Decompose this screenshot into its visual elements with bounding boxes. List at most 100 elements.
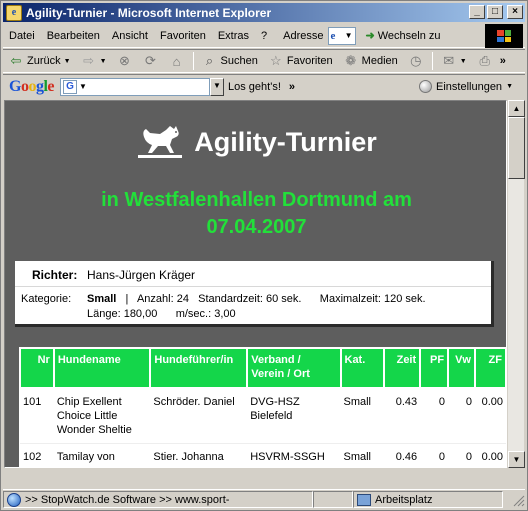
minimize-button[interactable]: _ <box>469 5 485 19</box>
col-header-kat[interactable]: Kat. <box>339 347 386 389</box>
google-more-icon[interactable]: » <box>289 81 295 93</box>
print-button[interactable]: ⎙ <box>472 53 498 69</box>
col-header-hundename[interactable]: Hundename <box>52 347 152 389</box>
cell-hundefuehrer: Schröder. Daniel <box>150 388 248 444</box>
stop-icon: ⊗ <box>119 53 130 68</box>
computer-icon <box>357 493 371 506</box>
chevron-down-icon[interactable]: ▼ <box>79 82 87 91</box>
col-header-zeit[interactable]: Zeit <box>383 347 422 389</box>
scroll-thumb[interactable] <box>508 117 525 179</box>
media-label: Medien <box>361 55 398 67</box>
toolbar-separator <box>431 52 433 70</box>
cell-vw: 0 <box>448 388 475 444</box>
judge-label: Richter: <box>32 268 78 282</box>
menu-extras[interactable]: Extras <box>212 30 255 42</box>
title-bar: e Agility-Turnier - Microsoft Internet E… <box>3 3 525 22</box>
favorites-button[interactable]: ☆ Favoriten <box>263 53 338 69</box>
address-combo[interactable]: e ▼ <box>327 26 356 45</box>
ie-status-icon <box>7 492 21 507</box>
col-header-verband[interactable]: Verband / Verein / Ort <box>246 347 342 389</box>
menu-datei[interactable]: Datei <box>3 30 41 42</box>
scroll-up-button[interactable]: ▲ <box>508 100 525 117</box>
status-bar: >> StopWatch.de Software >> www.sport- A… <box>3 489 525 509</box>
search-label: Suchen <box>220 55 258 67</box>
toolbar-separator <box>192 52 194 70</box>
menu-bar: Datei Bearbeiten Ansicht Favoriten Extra… <box>3 24 525 48</box>
printer-icon: ⎙ <box>479 53 490 68</box>
forward-button[interactable]: ⇨ ▼ <box>76 53 112 69</box>
menu-ansicht[interactable]: Ansicht <box>106 30 154 42</box>
judge-name: Hans-Jürgen Kräger <box>87 268 196 282</box>
home-icon: ⌂ <box>172 53 181 69</box>
status-text-pane: >> StopWatch.de Software >> www.sport- <box>3 491 313 508</box>
cell-zf: 0.00 <box>474 443 506 467</box>
agility-dog-logo <box>138 126 183 158</box>
stop-button[interactable]: ⊗ <box>112 53 138 69</box>
refresh-icon: ⟳ <box>145 53 156 68</box>
mail-button[interactable]: ✉ ▼ <box>436 53 472 69</box>
media-icon: ❁ <box>345 53 357 68</box>
resize-grip-icon[interactable] <box>511 493 525 507</box>
menu-favoriten[interactable]: Favoriten <box>154 30 212 42</box>
cell-hundename: Tamilay von <box>53 443 151 467</box>
home-button[interactable]: ⌂ <box>164 53 190 69</box>
col-header-pf[interactable]: PF <box>419 347 450 389</box>
back-arrow-icon: ⇦ <box>10 53 22 68</box>
col-header-vw[interactable]: Vw <box>447 347 476 389</box>
go-button[interactable]: ➜ Wechseln zu <box>366 29 441 43</box>
course-length: Länge: 180,00 <box>87 308 158 320</box>
close-button[interactable]: × <box>507 5 523 19</box>
menu-bearbeiten[interactable]: Bearbeiten <box>41 30 106 42</box>
menu-help[interactable]: ? <box>255 30 273 42</box>
google-history-dropdown[interactable]: ▼ <box>210 77 225 96</box>
category-details: Small | Anzahl: 24 Standardzeit: 60 sek.… <box>87 292 426 307</box>
category-separator: | <box>125 293 129 305</box>
judge-row: Richter: Hans-Jürgen Kräger <box>15 261 491 287</box>
cell-pf: 0 <box>420 443 449 467</box>
col-header-zf[interactable]: ZF <box>473 347 506 389</box>
toolbar-more-icon[interactable]: » <box>500 55 506 67</box>
page-title: Agility-Turnier <box>194 126 377 157</box>
maximize-button[interactable]: □ <box>487 5 503 19</box>
media-button[interactable]: ❁ Medien <box>338 53 403 69</box>
search-icon: ⌕ <box>205 53 214 68</box>
col-header-nr[interactable]: Nr <box>19 347 55 389</box>
favorites-label: Favoriten <box>286 55 333 67</box>
event-subtitle: in Westfalenhallen Dortmund am 07.04.200… <box>25 187 488 241</box>
course-details: Länge: 180,00 m/sec.: 3,00 <box>87 307 236 322</box>
google-search-input[interactable]: G ▼ <box>60 77 211 96</box>
page-viewport: Agility-Turnier in Westfalenhallen Dortm… <box>4 100 507 468</box>
google-settings-button[interactable]: Einstellungen ▼ <box>419 80 513 93</box>
back-button[interactable]: ⇦ Zurück ▼ <box>3 53 76 69</box>
results-table: Nr Hundename Hundeführer/in Verband / Ve… <box>19 347 506 467</box>
settings-icon <box>419 80 432 93</box>
standard-time: Standardzeit: 60 sek. <box>198 293 302 305</box>
ie-icon: e <box>6 4 22 21</box>
col-header-hundefuehrer[interactable]: Hundeführer/in <box>149 347 249 389</box>
category-value: Small <box>87 293 117 305</box>
table-row: 101 Chip Exellent Choice Little Wonder S… <box>20 388 506 444</box>
cell-vw: 0 <box>448 443 475 467</box>
cell-nr: 102 <box>20 443 54 467</box>
cell-verband: DVG-HSZ Bielefeld <box>247 388 341 444</box>
google-go-button[interactable]: Los geht's! <box>228 81 281 93</box>
chevron-down-icon: ▼ <box>99 57 107 65</box>
page-header: Agility-Turnier <box>5 123 506 161</box>
cell-hundename: Chip Exellent Choice Little Wonder Shelt… <box>53 388 151 444</box>
mail-icon: ✉ <box>443 53 455 68</box>
window-title: Agility-Turnier - Microsoft Internet Exp… <box>26 5 272 20</box>
cell-kat: Small <box>340 443 385 467</box>
refresh-button[interactable]: ⟳ <box>138 53 164 69</box>
back-label: Zurück <box>27 55 61 67</box>
cell-hundefuehrer: Stier. Johanna <box>150 443 248 467</box>
scroll-down-button[interactable]: ▼ <box>508 451 525 468</box>
address-label: Adresse <box>283 29 324 42</box>
cell-pf: 0 <box>420 388 449 444</box>
google-g-icon: G <box>63 79 78 94</box>
search-button[interactable]: ⌕ Suchen <box>197 53 263 69</box>
course-speed: m/sec.: 3,00 <box>175 308 236 320</box>
history-button[interactable]: ◷ <box>403 53 429 69</box>
table-header-row: Nr Hundename Hundeführer/in Verband / Ve… <box>19 347 506 389</box>
vertical-scrollbar[interactable]: ▲ ▼ <box>507 100 525 468</box>
browser-window: e Agility-Turnier - Microsoft Internet E… <box>0 0 528 511</box>
